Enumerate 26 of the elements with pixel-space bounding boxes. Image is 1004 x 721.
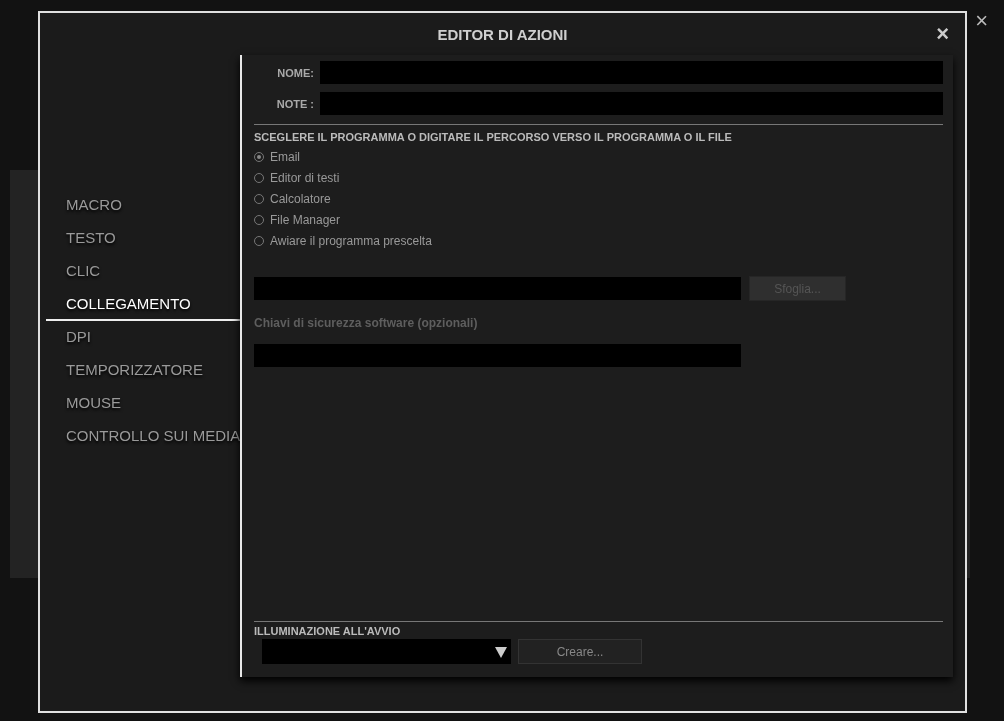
nav-tab[interactable]: TESTO [40, 222, 240, 255]
nav-tab[interactable]: MOUSE [40, 387, 240, 420]
nav-tab[interactable]: CONTROLLO SUI MEDIA [40, 420, 240, 453]
section-heading: SCEGLERE IL PROGRAMMA O DIGITARE IL PERCORSO VERSO IL PROGRAMMA O IL FILE [254, 131, 733, 143]
create-button[interactable]: Creare... [518, 639, 642, 664]
radio-label: Awiare il programma prescelta [270, 233, 432, 248]
field-label: NOME: [276, 66, 315, 79]
nav-tab[interactable]: DPI [40, 321, 240, 354]
radio-label: File Manager [270, 212, 341, 227]
radio-label: Editor di testi [270, 170, 340, 185]
close-button[interactable]: × [975, 10, 988, 32]
nav-tab[interactable]: CLIC [40, 255, 240, 288]
section-heading: ILLUMINAZIONE ALL'AVVIO [254, 625, 402, 637]
keys-label: Chiavi di sicurezza software (opzionali) [254, 316, 479, 330]
dialog-title: EDITOR DI AZIONI [437, 25, 568, 43]
close-button[interactable]: × [936, 24, 949, 44]
radio-label: Calcolatore [270, 191, 331, 206]
nav-tab[interactable]: TEMPORIZZATORE [40, 354, 240, 387]
input-field[interactable] [320, 61, 943, 84]
field-label: NOTE : [275, 97, 315, 110]
caret-icon [495, 645, 507, 658]
nav-tab[interactable]: MACRO [40, 189, 240, 222]
keys-field[interactable] [254, 344, 741, 367]
radio-label: Email [270, 149, 300, 164]
path-field[interactable] [254, 277, 741, 300]
input-field[interactable] [320, 92, 943, 115]
